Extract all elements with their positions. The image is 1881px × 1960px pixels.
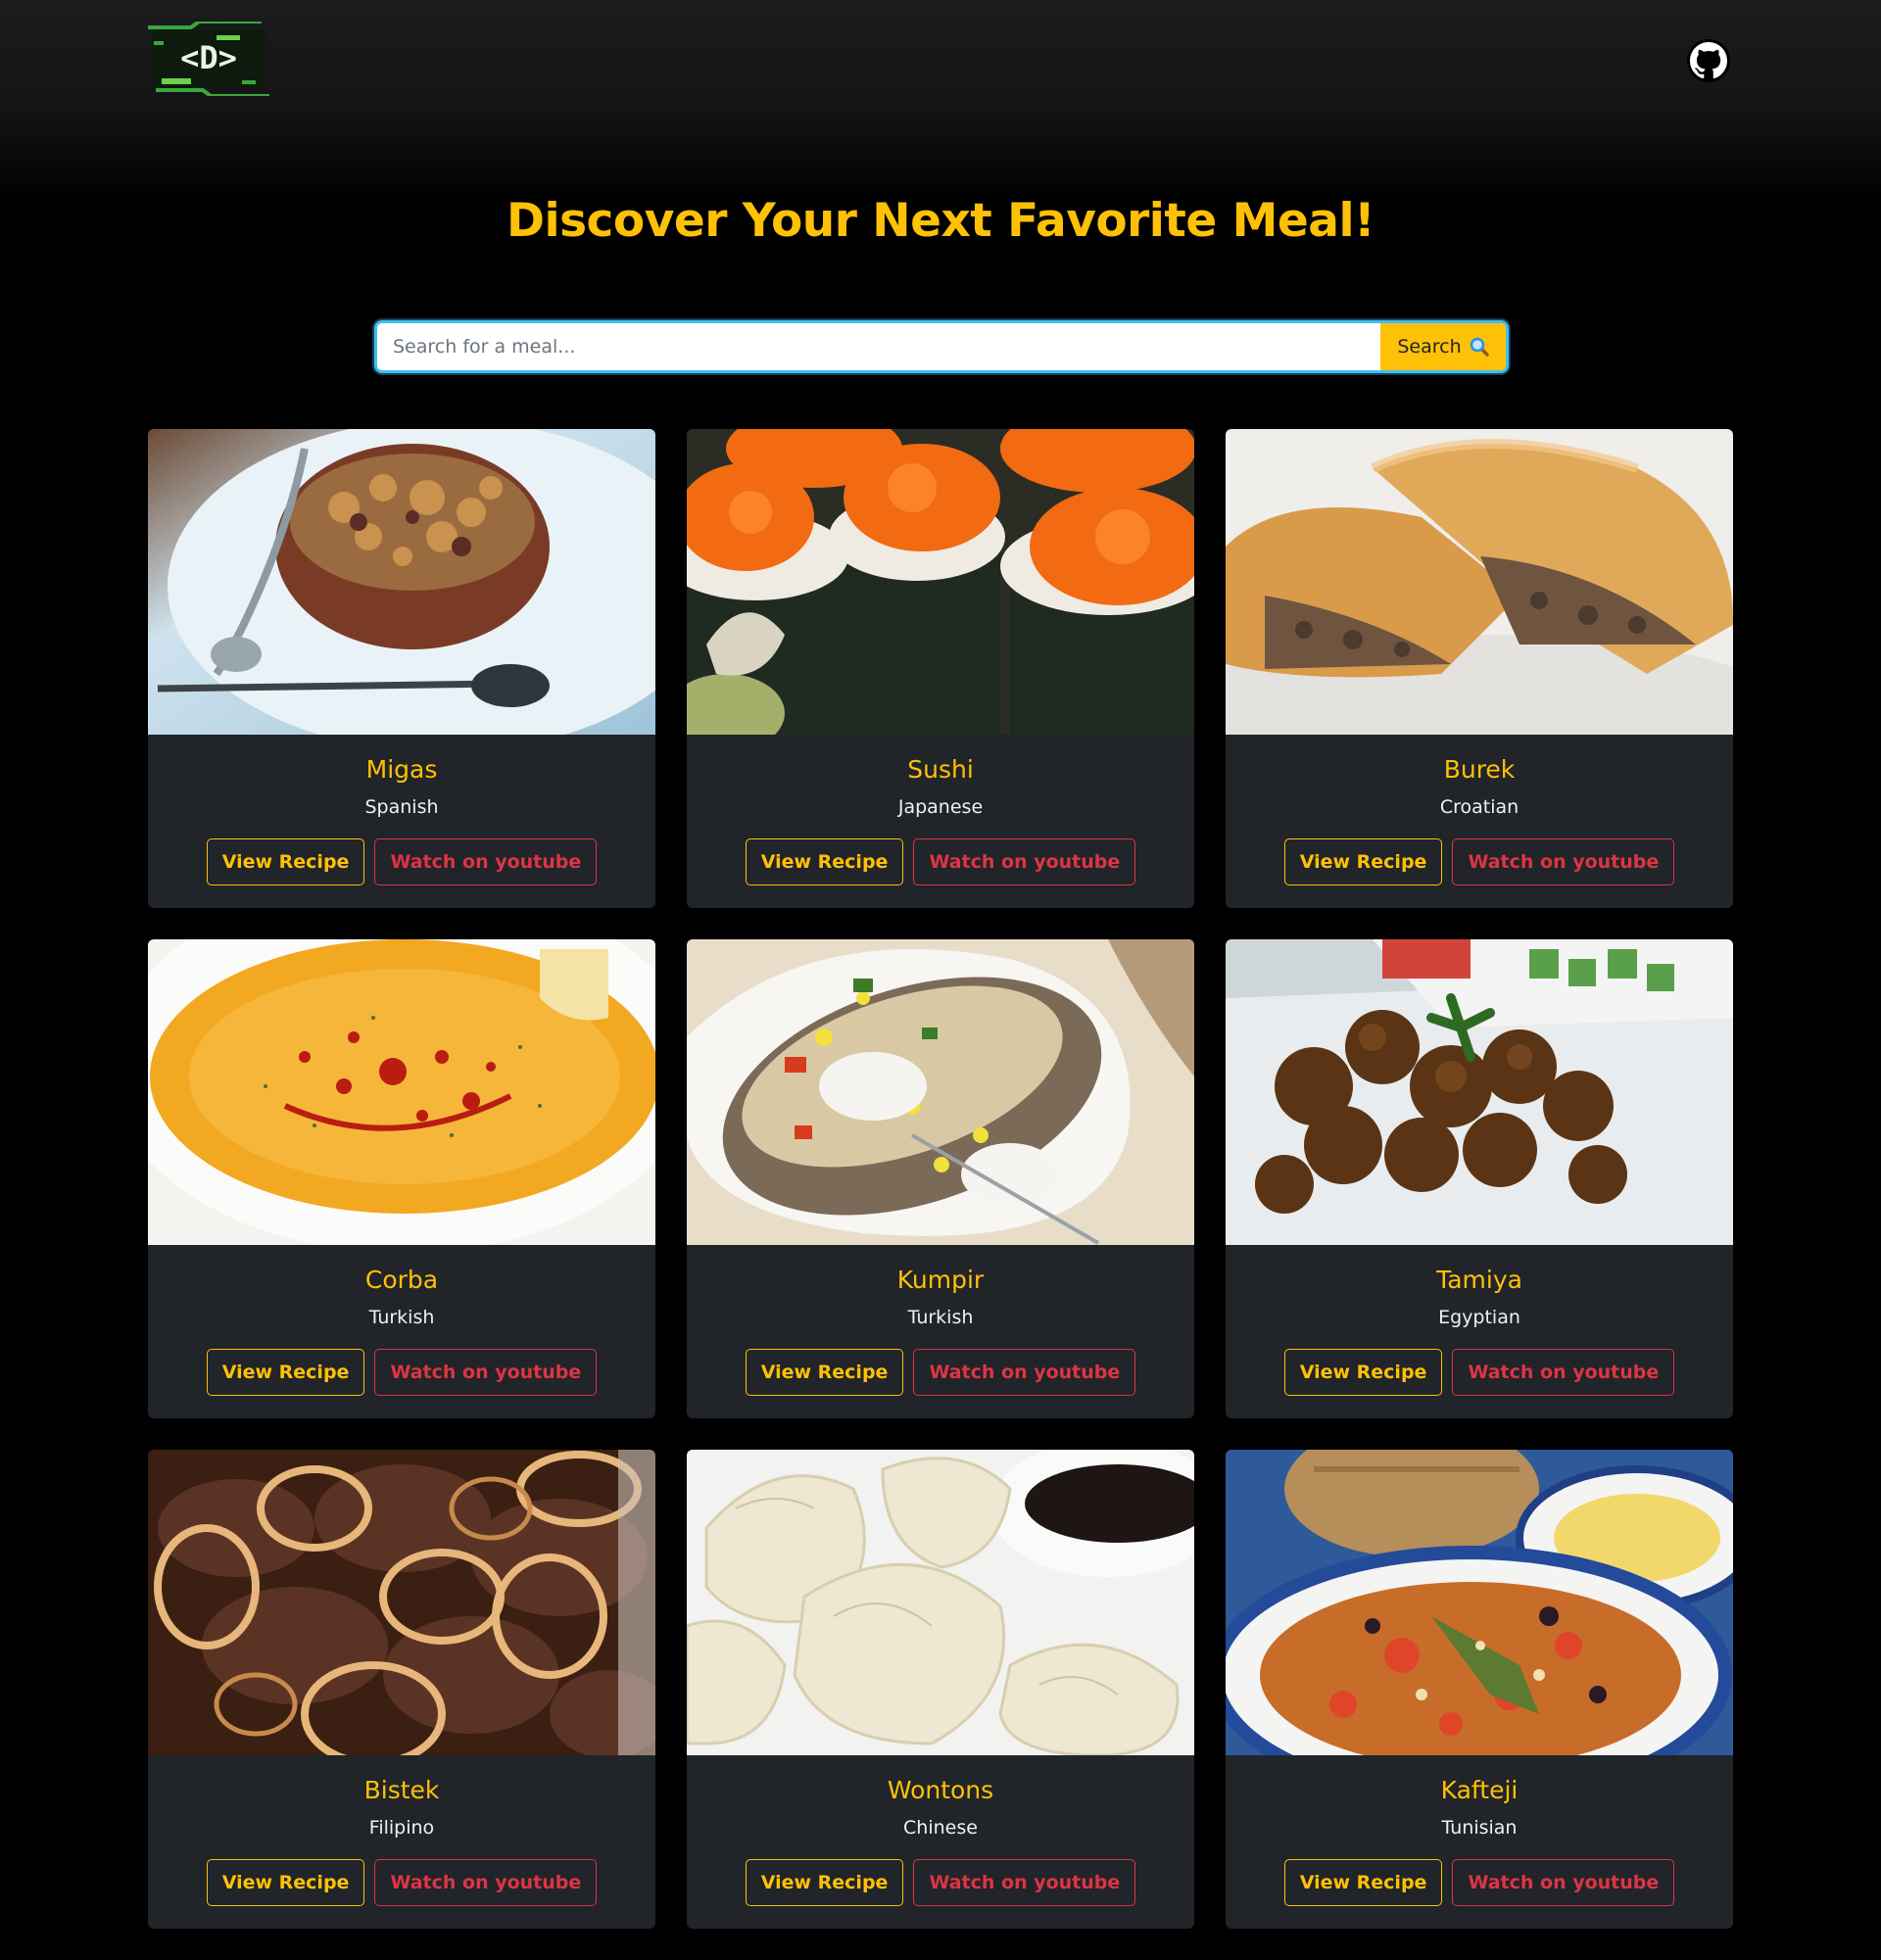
magnifier-icon <box>1470 337 1489 357</box>
meal-area: Tunisian <box>1441 1817 1518 1839</box>
view-recipe-button[interactable]: View Recipe <box>1283 1349 1443 1396</box>
meal-title: Kafteji <box>1440 1776 1519 1804</box>
card-body: Kumpir Turkish View Recipe Watch on yout… <box>687 1245 1194 1418</box>
card-body: Migas Spanish View Recipe Watch on youtu… <box>148 735 655 908</box>
github-link[interactable] <box>1687 39 1730 82</box>
card-body: Sushi Japanese View Recipe Watch on yout… <box>687 735 1194 908</box>
meal-card: Corba Turkish View Recipe Watch on youtu… <box>148 939 655 1418</box>
logo-text: <D> <box>180 39 237 76</box>
meal-image[interactable] <box>148 1450 655 1755</box>
search-input[interactable] <box>377 323 1380 370</box>
card-body: Bistek Filipino View Recipe Watch on you… <box>148 1755 655 1929</box>
meal-title: Burek <box>1443 755 1516 784</box>
meal-image[interactable] <box>1226 939 1733 1245</box>
meal-title: Tamiya <box>1436 1266 1522 1294</box>
card-body: Corba Turkish View Recipe Watch on youtu… <box>148 1245 655 1418</box>
logo[interactable]: <D> <box>148 20 269 98</box>
meal-image[interactable] <box>687 939 1194 1245</box>
view-recipe-button[interactable]: View Recipe <box>206 838 365 885</box>
card-body: Tamiya Egyptian View Recipe Watch on you… <box>1226 1245 1733 1418</box>
card-actions: View Recipe Watch on youtube <box>745 838 1136 885</box>
meal-image[interactable] <box>148 429 655 735</box>
search-button-label: Search <box>1397 336 1462 358</box>
view-recipe-button[interactable]: View Recipe <box>206 1349 365 1396</box>
card-actions: View Recipe Watch on youtube <box>206 838 598 885</box>
card-body: Burek Croatian View Recipe Watch on yout… <box>1226 735 1733 908</box>
meal-card: Kumpir Turkish View Recipe Watch on yout… <box>687 939 1194 1418</box>
meal-card: Wontons Chinese View Recipe Watch on you… <box>687 1450 1194 1929</box>
meal-title: Bistek <box>363 1776 440 1804</box>
view-recipe-button[interactable]: View Recipe <box>206 1859 365 1906</box>
meal-area: Turkish <box>907 1307 974 1328</box>
meal-card: Kafteji Tunisian View Recipe Watch on yo… <box>1226 1450 1733 1929</box>
meal-image[interactable] <box>687 1450 1194 1755</box>
view-recipe-button[interactable]: View Recipe <box>745 1349 904 1396</box>
card-body: Kafteji Tunisian View Recipe Watch on yo… <box>1226 1755 1733 1929</box>
navbar: <D> <box>0 0 1881 118</box>
hero-title: Discover Your Next Favorite Meal! <box>506 194 1375 248</box>
watch-youtube-button[interactable]: Watch on youtube <box>374 838 598 885</box>
card-actions: View Recipe Watch on youtube <box>1283 1349 1675 1396</box>
card-actions: View Recipe Watch on youtube <box>206 1859 598 1906</box>
card-body: Wontons Chinese View Recipe Watch on you… <box>687 1755 1194 1929</box>
watch-youtube-button[interactable]: Watch on youtube <box>1452 838 1675 885</box>
meal-card: Tamiya Egyptian View Recipe Watch on you… <box>1226 939 1733 1418</box>
card-actions: View Recipe Watch on youtube <box>1283 1859 1675 1906</box>
watch-youtube-button[interactable]: Watch on youtube <box>913 1349 1136 1396</box>
github-icon <box>1690 42 1727 79</box>
view-recipe-button[interactable]: View Recipe <box>1283 1859 1443 1906</box>
card-actions: View Recipe Watch on youtube <box>206 1349 598 1396</box>
meal-title: Migas <box>365 755 438 784</box>
meal-area: Turkish <box>368 1307 435 1328</box>
meal-image[interactable] <box>148 939 655 1245</box>
view-recipe-button[interactable]: View Recipe <box>1283 838 1443 885</box>
watch-youtube-button[interactable]: Watch on youtube <box>913 838 1136 885</box>
card-actions: View Recipe Watch on youtube <box>745 1349 1136 1396</box>
meal-card: Sushi Japanese View Recipe Watch on yout… <box>687 429 1194 908</box>
watch-youtube-button[interactable]: Watch on youtube <box>374 1859 598 1906</box>
meal-card: Bistek Filipino View Recipe Watch on you… <box>148 1450 655 1929</box>
card-actions: View Recipe Watch on youtube <box>1283 838 1675 885</box>
meal-card: Burek Croatian View Recipe Watch on yout… <box>1226 429 1733 908</box>
watch-youtube-button[interactable]: Watch on youtube <box>1452 1859 1675 1906</box>
meal-title: Wontons <box>887 1776 994 1804</box>
meal-grid: Migas Spanish View Recipe Watch on youtu… <box>148 429 1734 1929</box>
meal-card: Migas Spanish View Recipe Watch on youtu… <box>148 429 655 908</box>
watch-youtube-button[interactable]: Watch on youtube <box>913 1859 1136 1906</box>
watch-youtube-button[interactable]: Watch on youtube <box>374 1349 598 1396</box>
meal-title: Corba <box>364 1266 439 1294</box>
meal-area: Spanish <box>364 796 439 818</box>
meal-area: Chinese <box>903 1817 978 1839</box>
card-actions: View Recipe Watch on youtube <box>745 1859 1136 1906</box>
watch-youtube-button[interactable]: Watch on youtube <box>1452 1349 1675 1396</box>
page: <D> Discover Your Next Favorite Meal! Se… <box>0 0 1881 1960</box>
meal-area: Filipino <box>368 1817 435 1839</box>
meal-area: Japanese <box>897 796 984 818</box>
search-button[interactable]: Search <box>1380 323 1506 370</box>
view-recipe-button[interactable]: View Recipe <box>745 1859 904 1906</box>
meal-area: Croatian <box>1439 796 1519 818</box>
meal-image[interactable] <box>687 429 1194 735</box>
view-recipe-button[interactable]: View Recipe <box>745 838 904 885</box>
meal-title: Kumpir <box>896 1266 985 1294</box>
meal-image[interactable] <box>1226 429 1733 735</box>
meal-title: Sushi <box>907 755 974 784</box>
logo-icon: <D> <box>148 20 269 98</box>
meal-image[interactable] <box>1226 1450 1733 1755</box>
meal-area: Egyptian <box>1438 1307 1520 1328</box>
search-form: Search <box>374 320 1509 373</box>
